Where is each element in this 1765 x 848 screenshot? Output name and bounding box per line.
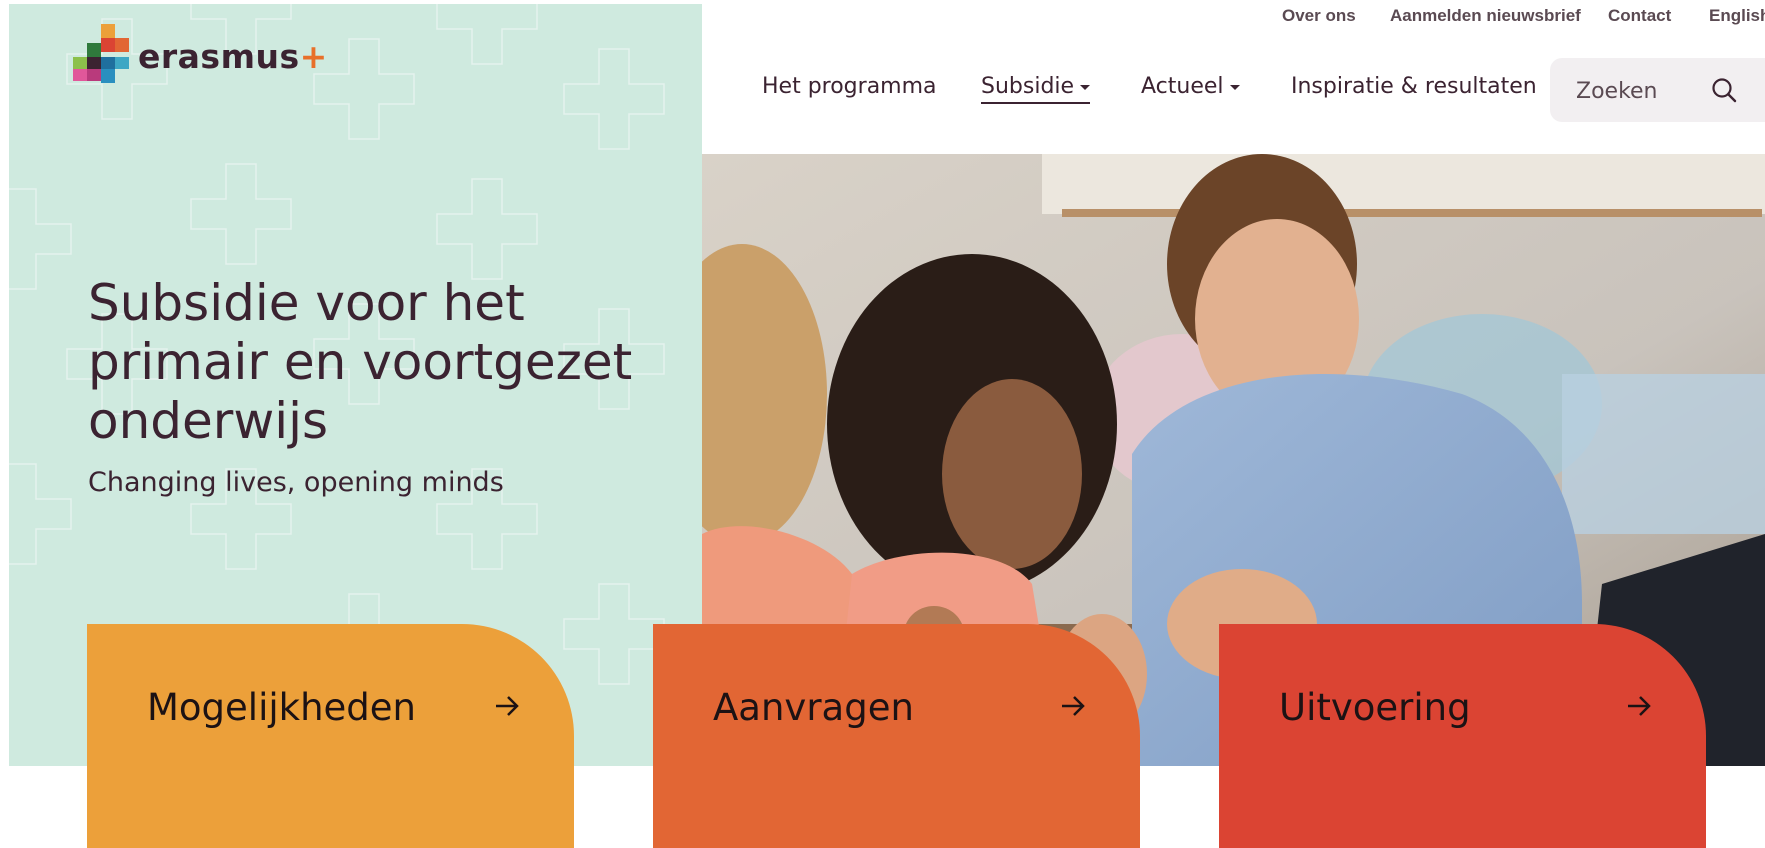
top-link-english[interactable]: English [1709,6,1765,26]
chevron-down-icon [1229,84,1240,90]
erasmus-plus-mark-icon [73,24,129,83]
nav-label: Het programma [762,74,937,99]
arrow-right-icon [496,696,519,716]
nav-label: Inspiratie & resultaten [1291,74,1537,99]
erasmus-logo-text: erasmus+ [138,37,328,76]
nav-actueel[interactable]: Actueel [1141,74,1240,99]
search-input[interactable] [1574,74,1708,108]
search-icon[interactable] [1708,74,1742,108]
card-label: Aanvragen [713,686,914,729]
chevron-down-icon [1080,84,1091,90]
arrow-right-icon [1628,696,1651,716]
top-link-over-ons[interactable]: Over ons [1282,6,1356,26]
nav-label: Actueel [1141,74,1224,99]
nav-inspiratie-resultaten[interactable]: Inspiratie & resultaten [1291,74,1537,99]
card-uitvoering[interactable]: Uitvoering [1219,624,1706,848]
nav-subsidie[interactable]: Subsidie [981,74,1091,104]
arrow-right-icon [1062,696,1085,716]
card-mogelijkheden[interactable]: Mogelijkheden [87,624,574,848]
search-box [1550,58,1765,122]
card-aanvragen[interactable]: Aanvragen [653,624,1140,848]
top-link-contact[interactable]: Contact [1608,6,1671,26]
nav-het-programma[interactable]: Het programma [762,74,937,99]
page-title: Subsidie voor het primair en voortgezet … [88,274,633,450]
card-label: Uitvoering [1279,686,1471,729]
card-label: Mogelijkheden [147,686,416,729]
nav-label: Subsidie [981,74,1075,99]
top-link-nieuwsbrief[interactable]: Aanmelden nieuwsbrief [1390,6,1581,26]
page-subtitle: Changing lives, opening minds [88,467,504,498]
